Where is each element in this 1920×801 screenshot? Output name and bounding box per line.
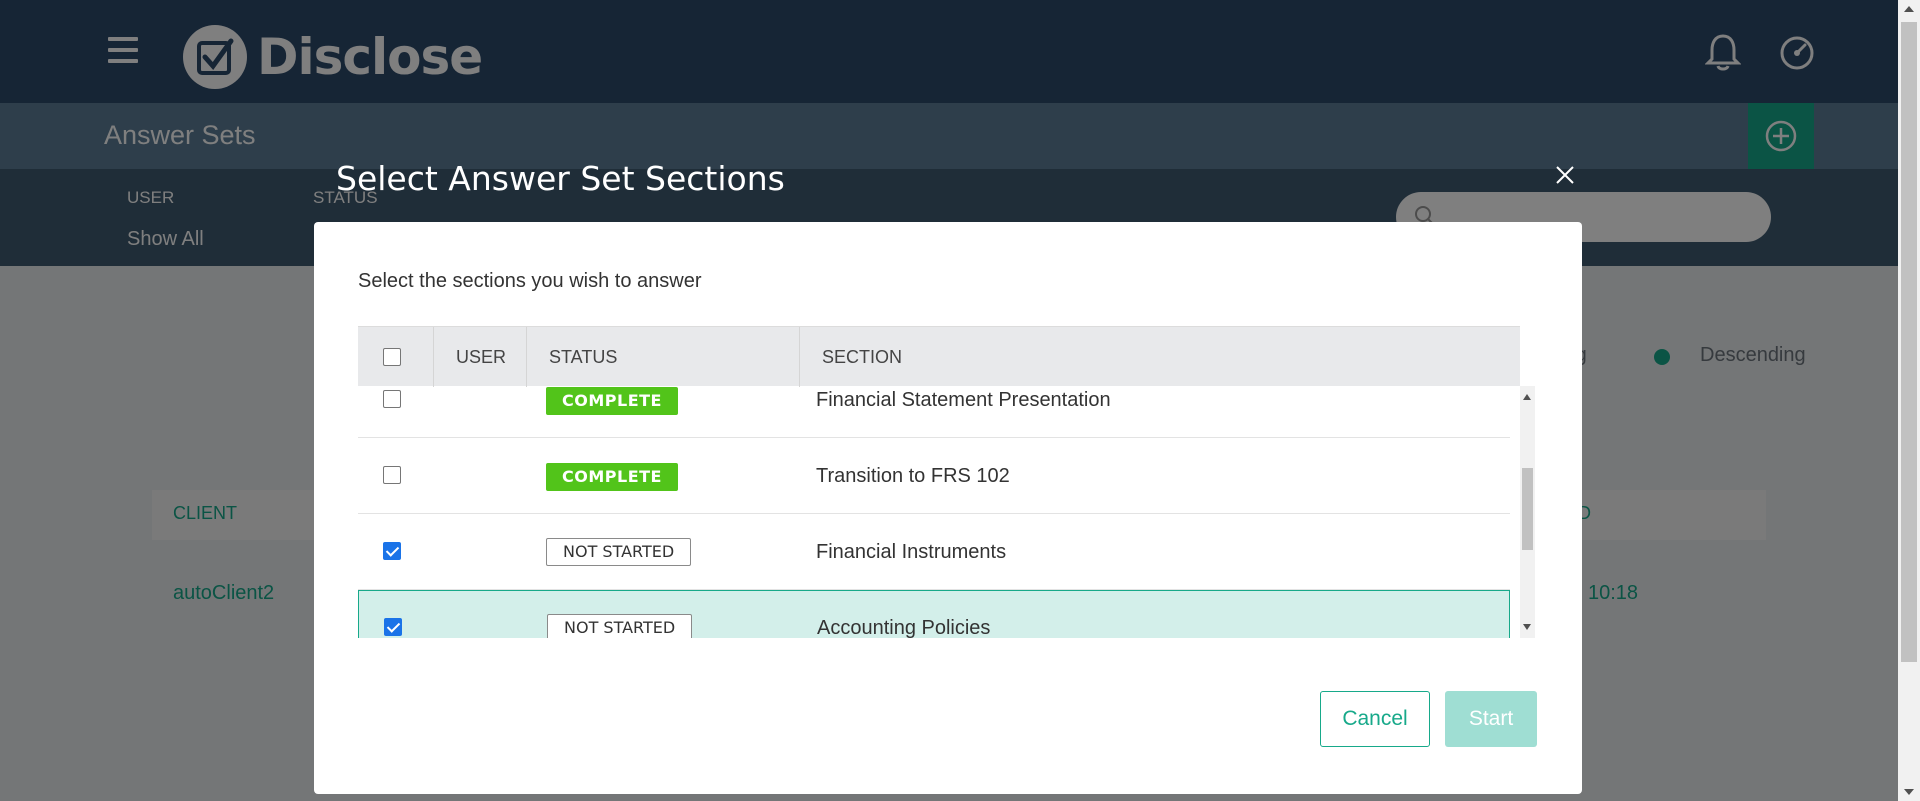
- scroll-up-icon[interactable]: [1523, 394, 1531, 400]
- column-header-user[interactable]: USER: [434, 327, 527, 387]
- section-name: Financial Instruments: [816, 541, 1007, 563]
- cancel-button[interactable]: Cancel: [1320, 691, 1430, 747]
- modal-title: Select Answer Set Sections: [336, 159, 785, 198]
- column-header-section[interactable]: SECTION: [800, 327, 1520, 387]
- start-button[interactable]: Start: [1445, 691, 1537, 747]
- close-icon[interactable]: [1553, 163, 1577, 187]
- select-sections-dialog: Select the sections you wish to answer U…: [314, 222, 1582, 794]
- select-all-cell: [358, 327, 434, 387]
- column-header-status[interactable]: STATUS: [527, 327, 800, 387]
- page-scrollbar[interactable]: [1898, 0, 1920, 801]
- table-row[interactable]: NOT STARTED Accounting Policies: [358, 590, 1510, 638]
- scroll-up-icon[interactable]: [1904, 6, 1914, 12]
- table-body: COMPLETE Financial Statement Presentatio…: [358, 386, 1520, 638]
- sections-table: USER STATUS SECTION COMPLETE Financial S…: [358, 326, 1535, 638]
- table-header: USER STATUS SECTION: [358, 326, 1520, 387]
- section-name: Accounting Policies: [817, 617, 991, 638]
- scroll-down-icon[interactable]: [1523, 624, 1531, 630]
- row-checkbox[interactable]: [384, 618, 402, 636]
- status-badge: NOT STARTED: [547, 614, 693, 638]
- scrollbar-thumb[interactable]: [1522, 468, 1533, 550]
- table-row[interactable]: COMPLETE Financial Statement Presentatio…: [358, 386, 1510, 438]
- table-scrollbar[interactable]: [1520, 386, 1535, 638]
- row-checkbox[interactable]: [383, 466, 401, 484]
- select-all-checkbox[interactable]: [383, 348, 401, 366]
- status-badge: COMPLETE: [546, 387, 678, 415]
- scrollbar-thumb[interactable]: [1901, 22, 1917, 662]
- scroll-down-icon[interactable]: [1904, 789, 1914, 795]
- row-checkbox[interactable]: [383, 390, 401, 408]
- modal-subtitle: Select the sections you wish to answer: [358, 270, 702, 292]
- table-row[interactable]: COMPLETE Transition to FRS 102: [358, 438, 1510, 514]
- table-row[interactable]: NOT STARTED Financial Instruments: [358, 514, 1510, 590]
- row-checkbox[interactable]: [383, 542, 401, 560]
- section-name: Transition to FRS 102: [816, 465, 1010, 487]
- status-badge: NOT STARTED: [546, 538, 692, 566]
- section-name: Financial Statement Presentation: [816, 389, 1111, 411]
- status-badge: COMPLETE: [546, 463, 678, 491]
